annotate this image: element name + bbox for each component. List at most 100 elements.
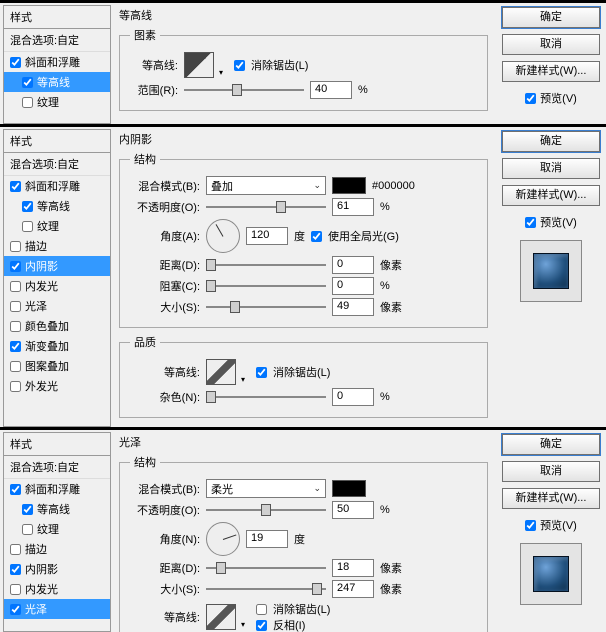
ok-button[interactable]: 确定 (502, 131, 600, 152)
effect-inner-glow[interactable]: 内发光 (4, 276, 110, 296)
global-light-label: 使用全局光(G) (328, 228, 399, 244)
effect-contour-check[interactable] (22, 504, 33, 515)
effect-texture[interactable]: 纹理 (4, 92, 110, 112)
blend-options-row[interactable]: 混合选项:自定 (4, 153, 110, 176)
blend-options-row[interactable]: 混合选项:自定 (4, 29, 110, 52)
angle-dial[interactable] (206, 219, 240, 253)
effect-inner-glow-check[interactable] (10, 281, 21, 292)
effect-satin[interactable]: 光泽 (4, 599, 110, 619)
antialias-check[interactable] (256, 367, 267, 378)
preview-label: 预览(V) (540, 90, 577, 106)
preview-check[interactable] (525, 217, 536, 228)
range-slider[interactable] (184, 83, 304, 97)
opacity-input[interactable]: 50 (332, 501, 374, 519)
effect-bevel-check[interactable] (10, 484, 21, 495)
antialias-check[interactable] (256, 604, 267, 615)
effect-bevel[interactable]: 斜面和浮雕 (4, 479, 110, 499)
effect-bevel[interactable]: 斜面和浮雕 (4, 176, 110, 196)
effect-bevel-check[interactable] (10, 181, 21, 192)
invert-check[interactable] (256, 620, 267, 631)
ok-button[interactable]: 确定 (502, 434, 600, 455)
effect-satin-check[interactable] (10, 604, 21, 615)
cancel-button[interactable]: 取消 (502, 34, 600, 55)
effect-inner-shadow-check[interactable] (10, 261, 21, 272)
contour-picker[interactable]: ▾ (184, 52, 214, 78)
preview-check[interactable] (525, 520, 536, 531)
size-unit: 像素 (380, 299, 408, 315)
chevron-down-icon[interactable]: ▾ (241, 375, 245, 384)
size-slider[interactable] (206, 300, 326, 314)
contour-picker[interactable]: ▾ (206, 604, 236, 630)
effect-texture[interactable]: 纹理 (4, 216, 110, 236)
size-input[interactable]: 49 (332, 298, 374, 316)
effect-stroke-check[interactable] (10, 544, 21, 555)
distance-input[interactable]: 18 (332, 559, 374, 577)
angle-input[interactable]: 19 (246, 530, 288, 548)
new-style-button[interactable]: 新建样式(W)... (502, 488, 600, 509)
effect-color-overlay-check[interactable] (10, 321, 21, 332)
effect-texture-check[interactable] (22, 221, 33, 232)
contour-picker[interactable]: ▾ (206, 359, 236, 385)
new-style-button[interactable]: 新建样式(W)... (502, 185, 600, 206)
effect-bevel-check[interactable] (10, 57, 21, 68)
angle-input[interactable]: 120 (246, 227, 288, 245)
distance-slider[interactable] (206, 561, 326, 575)
size-slider[interactable] (206, 582, 326, 596)
chevron-down-icon[interactable]: ▾ (241, 620, 245, 629)
cancel-button[interactable]: 取消 (502, 461, 600, 482)
blend-options-row[interactable]: 混合选项:自定 (4, 456, 110, 479)
choke-input[interactable]: 0 (332, 277, 374, 295)
effect-pattern-overlay[interactable]: 图案叠加 (4, 356, 110, 376)
range-input[interactable]: 40 (310, 81, 352, 99)
effect-outer-glow-check[interactable] (10, 381, 21, 392)
opacity-slider[interactable] (206, 200, 326, 214)
choke-slider[interactable] (206, 279, 326, 293)
angle-unit: 度 (294, 531, 305, 547)
effect-contour[interactable]: 等高线 (4, 196, 110, 216)
effect-stroke[interactable]: 描边 (4, 539, 110, 559)
effect-pattern-overlay-check[interactable] (10, 361, 21, 372)
color-swatch[interactable] (332, 177, 366, 194)
effect-texture-check[interactable] (22, 524, 33, 535)
color-swatch[interactable] (332, 480, 366, 497)
effect-contour-check[interactable] (22, 201, 33, 212)
effect-grad-overlay-check[interactable] (10, 341, 21, 352)
effect-inner-shadow[interactable]: 内阴影 (4, 559, 110, 579)
global-light-check[interactable] (311, 231, 322, 242)
antialias-check[interactable] (234, 60, 245, 71)
effect-outer-glow[interactable]: 外发光 (4, 376, 110, 396)
cancel-button[interactable]: 取消 (502, 158, 600, 179)
effect-inner-shadow[interactable]: 内阴影 (4, 256, 110, 276)
effect-satin-check[interactable] (10, 301, 21, 312)
angle-dial[interactable] (206, 522, 240, 556)
effect-contour-check[interactable] (22, 77, 33, 88)
size-input[interactable]: 247 (332, 580, 374, 598)
effect-inner-glow-check[interactable] (10, 584, 21, 595)
effect-texture[interactable]: 纹理 (4, 519, 110, 539)
effect-texture-check[interactable] (22, 97, 33, 108)
effect-satin[interactable]: 光泽 (4, 296, 110, 316)
effect-color-overlay[interactable]: 颜色叠加 (4, 316, 110, 336)
effect-inner-shadow-check[interactable] (10, 564, 21, 575)
blend-mode-select[interactable]: 叠加⌄ (206, 176, 326, 195)
opacity-slider[interactable] (206, 503, 326, 517)
effect-bevel[interactable]: 斜面和浮雕 (4, 52, 110, 72)
effect-contour[interactable]: 等高线 (4, 72, 110, 92)
opacity-input[interactable]: 61 (332, 198, 374, 216)
chevron-down-icon[interactable]: ▾ (219, 68, 223, 77)
effect-grad-overlay[interactable]: 渐变叠加 (4, 336, 110, 356)
ok-button[interactable]: 确定 (502, 7, 600, 28)
effect-stroke-check[interactable] (10, 241, 21, 252)
preview-check[interactable] (525, 93, 536, 104)
noise-slider[interactable] (206, 390, 326, 404)
effect-stroke[interactable]: 描边 (4, 236, 110, 256)
new-style-button[interactable]: 新建样式(W)... (502, 61, 600, 82)
noise-input[interactable]: 0 (332, 388, 374, 406)
contour-label: 等高线: (130, 609, 200, 625)
blend-mode-select[interactable]: 柔光⌄ (206, 479, 326, 498)
effect-contour[interactable]: 等高线 (4, 499, 110, 519)
effect-inner-glow[interactable]: 内发光 (4, 579, 110, 599)
buttons-panel: 确定 取消 新建样式(W)... 预览(V) (496, 3, 606, 124)
distance-input[interactable]: 0 (332, 256, 374, 274)
distance-slider[interactable] (206, 258, 326, 272)
